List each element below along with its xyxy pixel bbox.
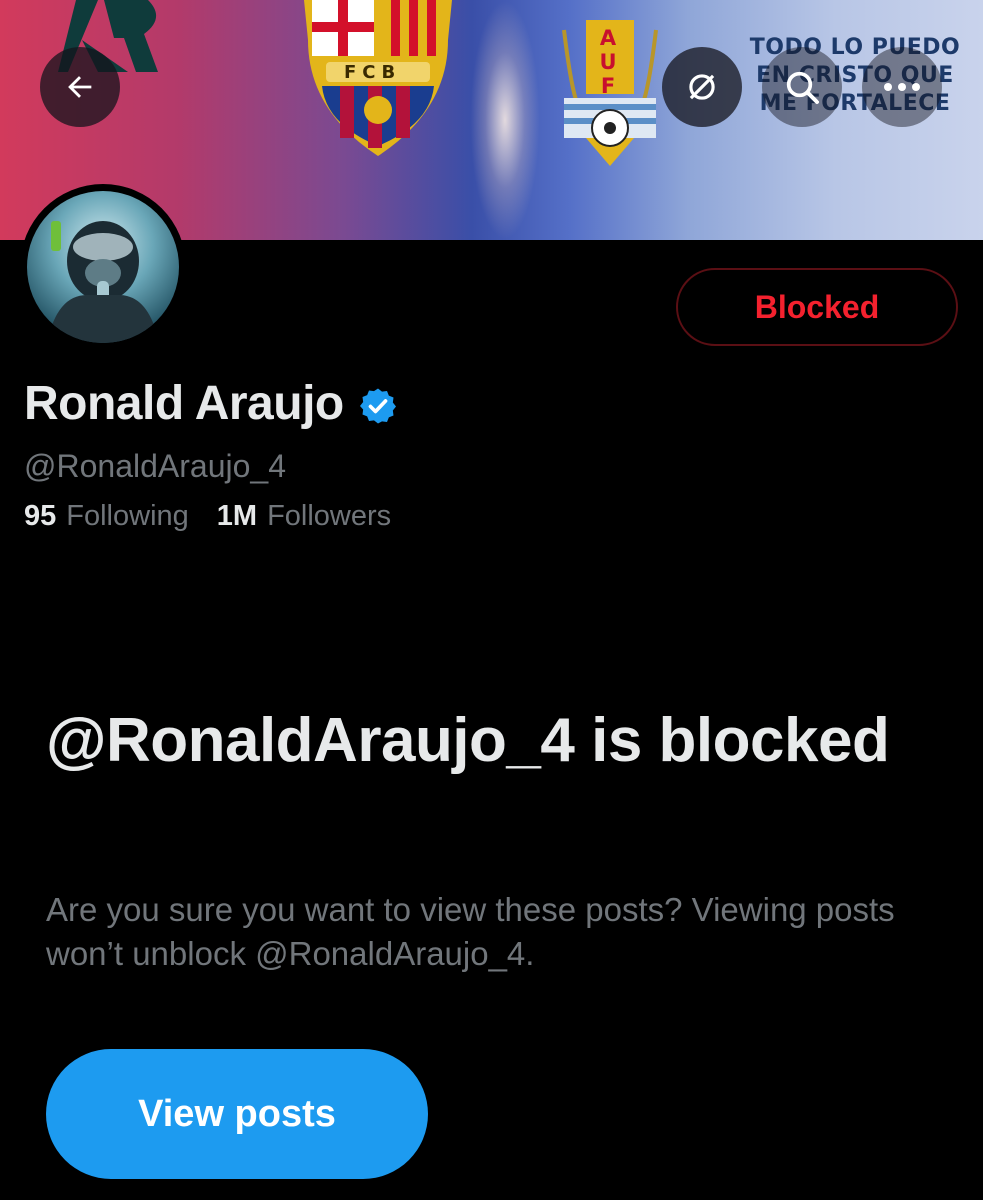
back-button[interactable] [40, 47, 120, 127]
search-button[interactable] [762, 47, 842, 127]
verified-badge-icon[interactable] [358, 386, 398, 426]
profile-name-row: Ronald Araujo [24, 376, 398, 431]
more-icon [884, 83, 920, 91]
blocked-notice-description: Are you sure you want to view these post… [46, 891, 895, 972]
avatar-image [27, 191, 179, 343]
following-count: 95 [24, 500, 57, 532]
auf-crest-label: AUF [599, 26, 617, 98]
following-link[interactable]: 95 Following [24, 500, 189, 533]
fcb-crest-label: FCB [344, 62, 402, 83]
profile-stats: 95 Following 1M Followers [24, 500, 391, 533]
following-label: Following [66, 500, 189, 532]
followers-link[interactable]: 1M Followers [217, 500, 391, 533]
followers-label: Followers [267, 500, 392, 532]
profile-avatar[interactable] [20, 184, 186, 350]
blocked-notice-title: @RonaldArauj​o_4 is blocked [46, 706, 890, 775]
back-arrow-icon [68, 76, 92, 98]
avatar-illustration-icon [47, 221, 159, 343]
link-off-button[interactable] [662, 47, 742, 127]
blocked-button[interactable]: Blocked [676, 268, 958, 346]
followers-count: 1M [216, 500, 258, 532]
profile-handle: @RonaldAraujo_4 [24, 448, 286, 484]
profile-display-name: Ronald Araujo [24, 377, 344, 430]
view-posts-button[interactable]: View posts [46, 1049, 428, 1179]
link-off-icon [689, 74, 715, 100]
banner-light-glow [470, 0, 540, 240]
more-options-button[interactable] [862, 47, 942, 127]
search-icon [786, 71, 819, 104]
